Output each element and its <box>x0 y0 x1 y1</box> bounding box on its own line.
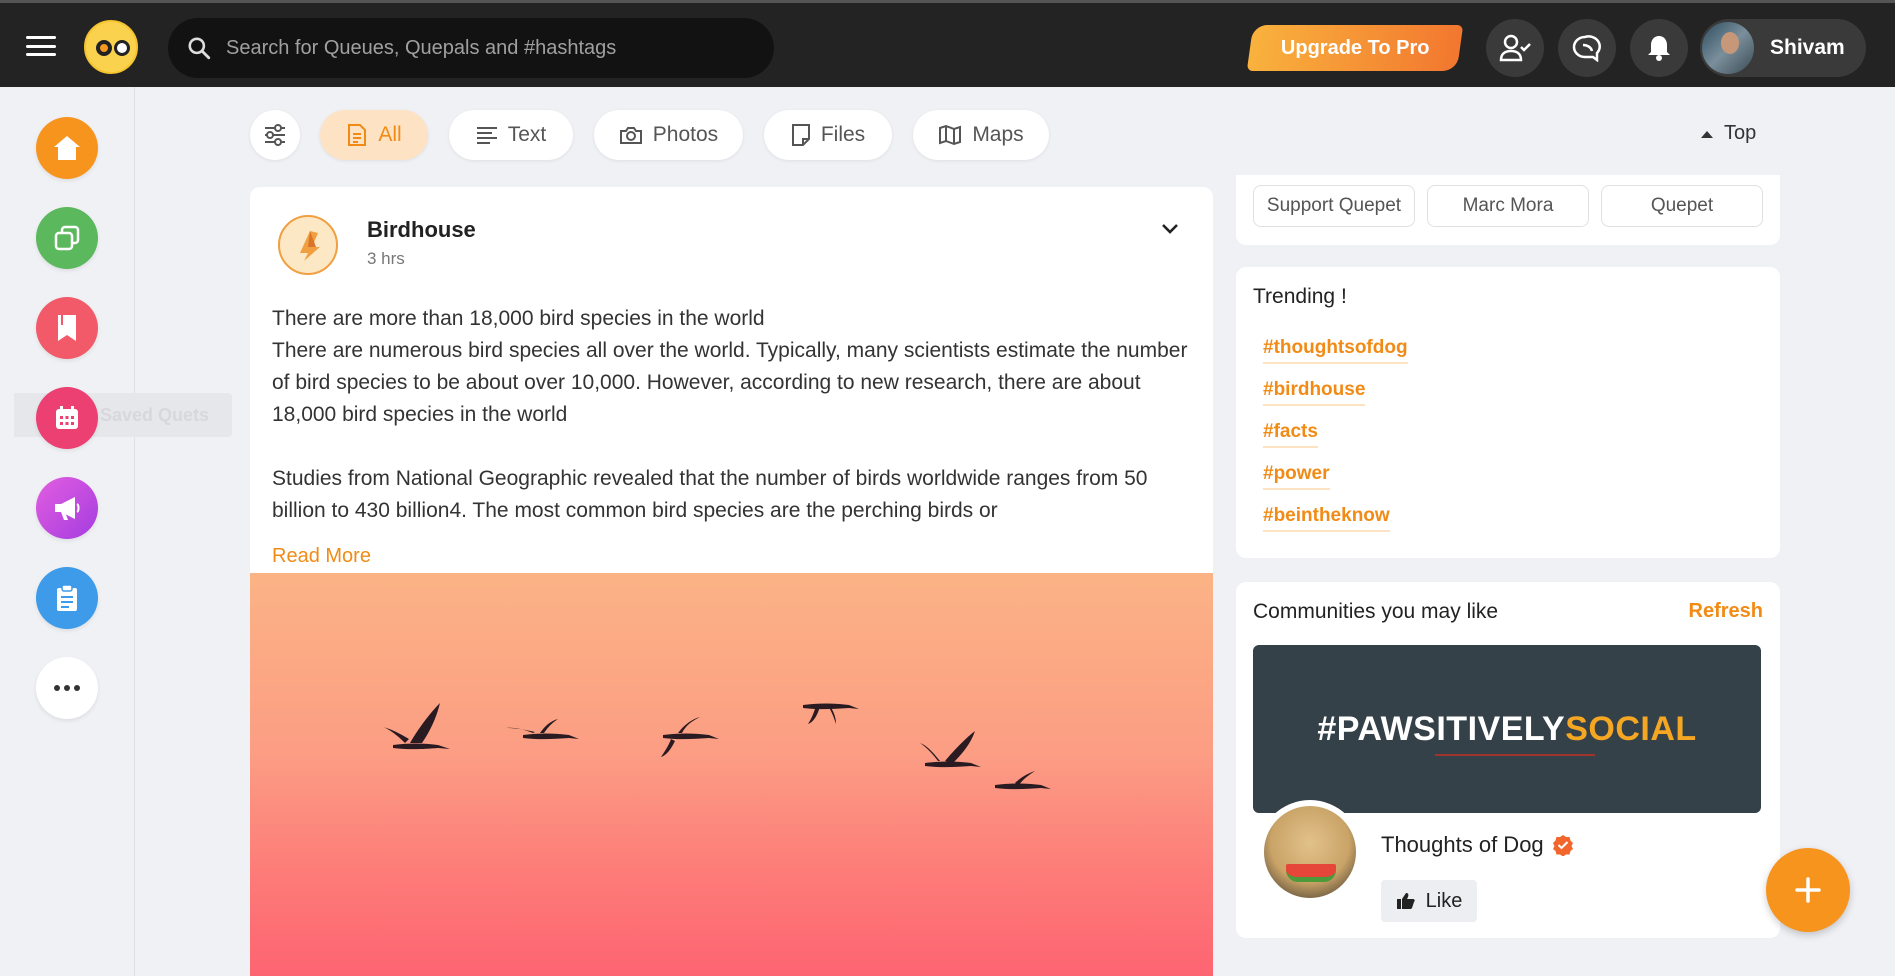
tab-text-label: Text <box>507 123 547 146</box>
notifications-button[interactable] <box>1630 19 1688 77</box>
trending-tag[interactable]: #power <box>1263 463 1330 490</box>
upgrade-label: Upgrade To Pro <box>1280 36 1430 59</box>
plus-icon <box>1795 877 1821 903</box>
post-image[interactable] <box>250 573 1213 976</box>
map-icon <box>939 124 962 146</box>
post-options-button[interactable] <box>1158 217 1182 246</box>
filter-settings-button[interactable] <box>250 110 300 160</box>
community-name-row[interactable]: Thoughts of Dog <box>1381 832 1574 858</box>
tab-maps[interactable]: Maps <box>913 110 1049 160</box>
search-input[interactable] <box>226 36 746 60</box>
search-bar[interactable] <box>168 18 774 78</box>
post-card: Birdhouse 3 hrs There are more than 18,0… <box>250 187 1213 976</box>
create-post-button[interactable] <box>1766 848 1850 932</box>
origami-bird-icon <box>300 231 320 261</box>
community-banner[interactable]: #PAWSITIVELYSOCIAL <box>1253 645 1761 813</box>
post-author-name[interactable]: Birdhouse <box>367 217 476 243</box>
avatar <box>1700 20 1756 76</box>
read-more-link[interactable]: Read More <box>272 545 371 568</box>
post-timestamp: 3 hrs <box>367 249 405 268</box>
sidebar-item-announcements[interactable] <box>36 477 98 539</box>
calendar-icon <box>56 406 78 429</box>
hamburger-menu-icon[interactable] <box>24 33 58 59</box>
camera-icon <box>619 127 642 144</box>
sidebar-item-home[interactable] <box>36 117 98 179</box>
profile-menu[interactable]: Shivam <box>1700 19 1866 77</box>
clipboard-icon <box>57 584 77 611</box>
post-heading: There are more than 18,000 bird species … <box>272 307 765 330</box>
sidebar-item-calendar[interactable] <box>36 387 98 449</box>
banner-text-part2: SOCIAL <box>1565 709 1697 748</box>
refresh-button[interactable]: Refresh <box>1689 600 1763 623</box>
friends-button[interactable] <box>1486 19 1544 77</box>
tab-all-label: All <box>378 123 402 146</box>
messages-button[interactable] <box>1558 19 1616 77</box>
bell-icon <box>1648 36 1670 61</box>
verified-badge-icon <box>1552 835 1573 856</box>
search-icon <box>188 37 211 60</box>
banner-text: #PAWSITIVELYSOCIAL <box>1317 709 1697 756</box>
sidebar-item-more[interactable] <box>36 657 98 719</box>
tab-all[interactable]: All <box>320 110 428 160</box>
document-icon <box>348 124 367 146</box>
communities-title: Communities you may like <box>1253 600 1499 623</box>
users-icon <box>1499 34 1531 62</box>
sidebar-item-saved[interactable] <box>36 297 98 359</box>
trending-tag[interactable]: #thoughtsofdog <box>1263 337 1408 364</box>
trending-tag[interactable]: #birdhouse <box>1263 379 1366 406</box>
community-avatar[interactable] <box>1258 800 1362 904</box>
suggested-page-pill[interactable]: Quepet <box>1601 185 1763 227</box>
text-lines-icon <box>476 127 497 144</box>
post-paragraph-2: Studies from National Geographic reveale… <box>272 467 1148 522</box>
post-body: There are more than 18,000 bird species … <box>272 303 1192 527</box>
suggested-page-pill[interactable]: Marc Mora <box>1427 185 1589 227</box>
tab-maps-label: Maps <box>972 123 1024 146</box>
chevron-down-icon <box>1162 224 1178 234</box>
sidebar-tooltip: Saved Quets <box>88 393 232 437</box>
suggested-pages-card: Support Quepet Marc Mora Quepet <box>1236 175 1780 245</box>
chat-icon <box>1572 35 1601 62</box>
trending-card: Trending ! #thoughtsofdog #birdhouse #fa… <box>1236 267 1780 558</box>
suggested-page-pill[interactable]: Support Quepet <box>1253 185 1415 227</box>
sliders-icon <box>265 124 285 146</box>
sidebar-item-collections[interactable] <box>36 207 98 269</box>
megaphone-icon <box>55 497 80 520</box>
upgrade-to-pro-button[interactable]: Upgrade To Pro <box>1246 25 1464 71</box>
left-sidebar: Saved Quets <box>0 87 232 976</box>
caret-up-icon <box>1701 130 1713 138</box>
trending-tag[interactable]: #facts <box>1263 421 1318 448</box>
scroll-to-top-button[interactable]: Top <box>1700 122 1756 145</box>
community-name: Thoughts of Dog <box>1381 832 1544 857</box>
top-bar: Upgrade To Pro Shivam <box>0 0 1895 87</box>
trending-title: Trending ! <box>1253 285 1347 308</box>
sidebar-item-notes[interactable] <box>36 567 98 629</box>
like-community-button[interactable]: Like <box>1381 880 1477 922</box>
trending-tag[interactable]: #beintheknow <box>1263 505 1390 532</box>
app-logo[interactable] <box>84 20 138 74</box>
post-author-avatar[interactable] <box>278 215 338 275</box>
user-name: Shivam <box>1770 36 1845 59</box>
tab-photos[interactable]: Photos <box>594 110 743 160</box>
file-icon <box>791 124 810 146</box>
tab-text[interactable]: Text <box>449 110 573 160</box>
tab-files[interactable]: Files <box>764 110 892 160</box>
tab-photos-label: Photos <box>652 123 719 146</box>
flying-cranes-image <box>383 703 1051 790</box>
communities-card: Communities you may like Refresh #PAWSIT… <box>1236 582 1780 938</box>
like-label: Like <box>1425 889 1463 912</box>
thumbs-up-icon <box>1396 893 1415 909</box>
top-label: Top <box>1724 122 1757 144</box>
more-icon <box>54 685 80 691</box>
home-icon <box>54 136 80 160</box>
bookmark-icon <box>58 315 76 341</box>
post-paragraph-1: There are numerous bird species all over… <box>272 339 1188 426</box>
stack-icon <box>54 225 80 251</box>
banner-text-part1: #PAWSITIVELY <box>1317 709 1566 748</box>
tab-files-label: Files <box>820 123 866 146</box>
